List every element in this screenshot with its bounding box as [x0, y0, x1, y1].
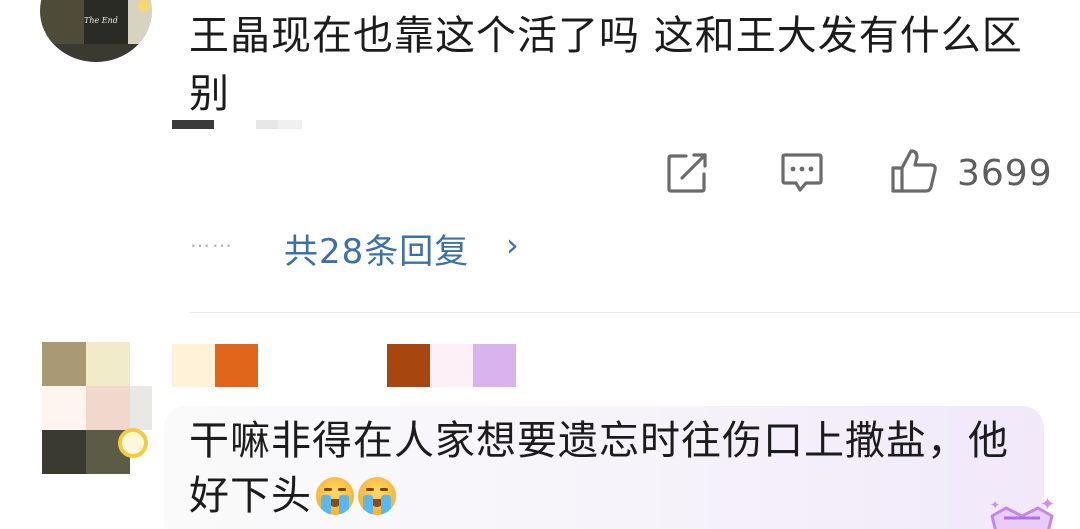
blurred-username: [172, 120, 302, 129]
sparkle-icon: ✦: [990, 498, 1001, 512]
divider: [190, 312, 1080, 313]
avatar-caption: The End: [84, 16, 118, 25]
tears-emoji-icon: [358, 477, 396, 515]
thumbs-up-icon[interactable]: [890, 148, 938, 198]
avatar-band: [40, 44, 152, 62]
comment-text-content: 干嘛非得在人家想要遗忘时往伤口上撒盐，他好下头: [189, 418, 1009, 519]
comment-text: 干嘛非得在人家想要遗忘时往伤口上撒盐，他好下头: [189, 414, 1039, 524]
sparkle-icon: ✦: [1040, 494, 1056, 515]
share-edit-icon[interactable]: [666, 152, 710, 198]
comment-text: 王晶现在也靠这个活了吗 这和王大发有什么区别: [189, 13, 1023, 117]
tears-emoji-icon: [316, 477, 354, 515]
comment-actions: 3699: [660, 146, 1060, 202]
like-count: 3699: [957, 153, 1053, 194]
comment-icon[interactable]: [780, 152, 824, 198]
chevron-right-icon[interactable]: ›: [506, 226, 519, 264]
view-replies[interactable]: …… 共28条回复 ›: [190, 224, 550, 276]
comment-thread: The End 王晶现在也靠这个活了吗 这和王大发有什么区别 3699 …… 共…: [0, 0, 1080, 529]
user-avatar[interactable]: The End: [40, 0, 152, 62]
reply-count-link[interactable]: 共28条回复: [284, 224, 469, 273]
avatar-badge-ring: [118, 428, 148, 458]
blurred-username: [172, 344, 516, 387]
avatar-decoration: [138, 0, 150, 12]
dots-separator: ……: [190, 228, 234, 252]
